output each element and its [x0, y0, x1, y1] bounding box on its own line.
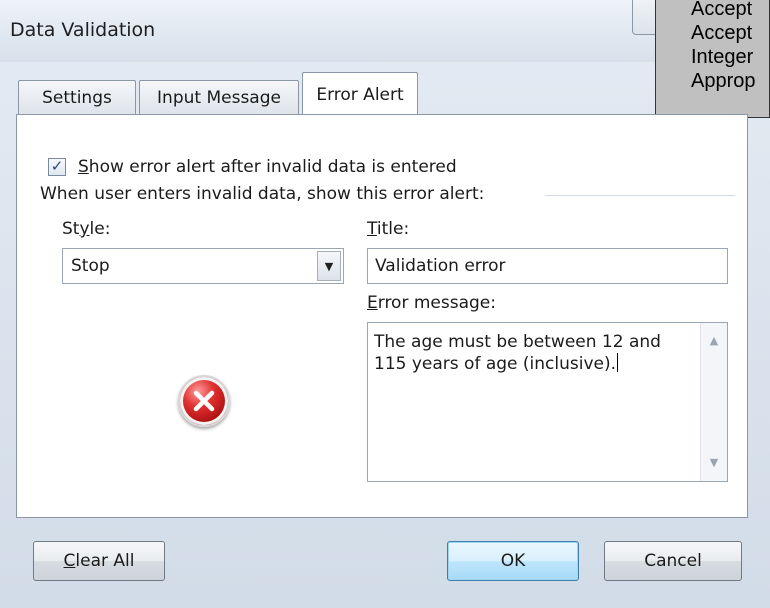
error-message-label-access-key: E — [367, 293, 378, 313]
title-label: Title: — [367, 219, 409, 239]
cancel-button[interactable]: Cancel — [604, 541, 742, 581]
clear-all-access-key: C — [63, 551, 76, 571]
style-dropdown[interactable]: Stop ▼ — [62, 248, 344, 284]
ok-button[interactable]: OK — [447, 541, 579, 581]
text-caret — [617, 353, 619, 372]
show-alert-label-access-key: S — [78, 157, 89, 177]
error-message-textarea[interactable]: The age must be between 12 and 115 years… — [367, 322, 728, 482]
group-caption: When user enters invalid data, show this… — [40, 184, 485, 204]
tab-settings[interactable]: Settings — [18, 80, 136, 114]
error-message-value: The age must be between 12 and 115 years… — [374, 332, 667, 374]
style-dropdown-value: Stop — [71, 256, 110, 276]
tab-input-message-label: Input Message — [157, 88, 281, 108]
clear-all-label: lear All — [75, 551, 135, 571]
window-title: Data Validation — [10, 19, 156, 41]
title-input-value: Validation error — [375, 256, 506, 276]
title-label-access-key: T — [367, 219, 377, 239]
error-message-scrollbar[interactable]: ▲ ▼ — [700, 323, 727, 481]
callout-line: Accept — [691, 22, 753, 44]
error-stop-icon — [178, 375, 230, 427]
style-label-post: le: — [89, 219, 111, 239]
ok-label: OK — [500, 551, 526, 571]
tab-error-alert-label: Error Alert — [316, 85, 404, 105]
title-label-text: itle: — [376, 219, 410, 239]
cancel-label: Cancel — [644, 551, 702, 571]
callout-line: Integer — [691, 46, 754, 68]
show-alert-checkbox[interactable]: ✓ — [48, 158, 66, 176]
tab-settings-label: Settings — [42, 88, 112, 108]
style-label: Style: — [62, 219, 110, 239]
style-label-pre: St — [62, 219, 80, 239]
annotation-callout: Accept Accept Integer Approp — [655, 0, 770, 118]
title-input[interactable]: Validation error — [367, 248, 728, 284]
tab-input-message[interactable]: Input Message — [139, 80, 299, 114]
callout-line: Approp — [691, 70, 756, 92]
scroll-down-icon[interactable]: ▼ — [701, 451, 727, 475]
chevron-down-icon[interactable]: ▼ — [317, 251, 341, 281]
show-alert-label-text: how error alert after invalid data is en… — [88, 157, 457, 177]
error-cross-glyph — [193, 390, 215, 412]
group-divider — [545, 195, 735, 196]
error-message-label: Error message: — [367, 293, 496, 313]
show-alert-label[interactable]: Show error alert after invalid data is e… — [78, 157, 457, 177]
checkmark-icon: ✓ — [50, 157, 64, 175]
clear-all-button[interactable]: Clear All — [33, 541, 165, 581]
callout-line: Accept — [691, 0, 753, 20]
error-message-label-text: rror message: — [377, 293, 496, 313]
style-label-access-key: y — [79, 219, 90, 239]
scroll-up-icon[interactable]: ▲ — [701, 329, 727, 353]
tab-error-alert[interactable]: Error Alert — [302, 72, 418, 114]
